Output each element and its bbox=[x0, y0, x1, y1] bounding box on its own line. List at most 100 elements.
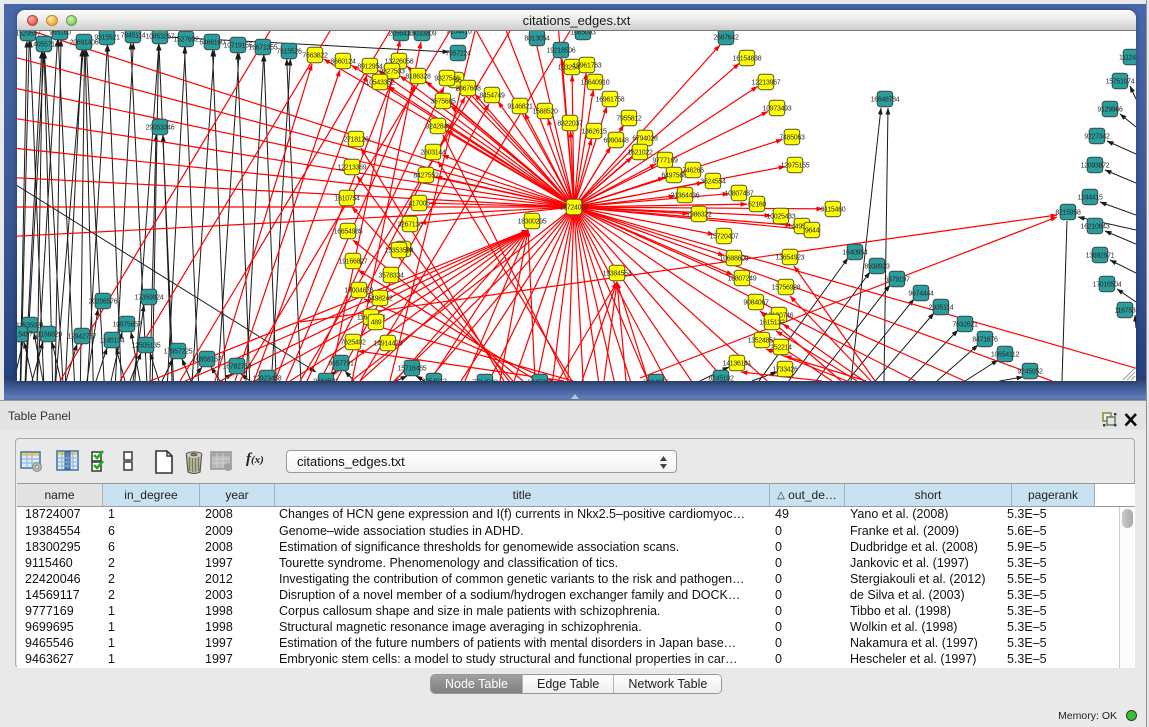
svg-text:19218506: 19218506 bbox=[547, 48, 576, 55]
svg-text:16961758: 16961758 bbox=[596, 97, 625, 104]
svg-text:2687642: 2687642 bbox=[713, 35, 739, 42]
svg-text:8454749: 8454749 bbox=[479, 93, 505, 100]
svg-text:8245102: 8245102 bbox=[708, 376, 734, 381]
svg-text:15756928: 15756928 bbox=[772, 285, 801, 292]
svg-text:10025433: 10025433 bbox=[767, 214, 796, 221]
svg-text:9245052: 9245052 bbox=[1017, 369, 1043, 376]
svg-text:12505135: 12505135 bbox=[132, 343, 161, 350]
svg-text:9227342: 9227342 bbox=[1084, 134, 1110, 141]
svg-text:1065003: 1065003 bbox=[570, 31, 596, 37]
svg-text:15353594: 15353594 bbox=[385, 248, 414, 255]
svg-text:17004678: 17004678 bbox=[345, 288, 374, 295]
svg-text:12213369: 12213369 bbox=[338, 165, 367, 172]
svg-text:10853267: 10853267 bbox=[146, 34, 175, 41]
svg-text:9084067: 9084067 bbox=[743, 300, 769, 307]
svg-text:8322037: 8322037 bbox=[557, 121, 583, 128]
svg-text:7714503: 7714503 bbox=[472, 380, 498, 381]
svg-text:18300295: 18300295 bbox=[518, 219, 547, 226]
svg-text:1615132: 1615132 bbox=[759, 320, 785, 327]
svg-text:62160: 62160 bbox=[748, 202, 766, 209]
svg-text:13692971: 13692971 bbox=[1086, 253, 1115, 260]
svg-text:10973493: 10973493 bbox=[763, 106, 792, 113]
svg-text:9777169: 9777169 bbox=[652, 158, 678, 165]
svg-text:1640954: 1640954 bbox=[842, 250, 868, 257]
svg-text:7485063: 7485063 bbox=[779, 135, 805, 142]
svg-text:965160: 965160 bbox=[49, 31, 71, 37]
svg-text:8660124: 8660124 bbox=[330, 59, 356, 66]
svg-text:29053346: 29053346 bbox=[146, 125, 175, 132]
svg-text:10807487: 10807487 bbox=[725, 191, 754, 198]
svg-text:7845114: 7845114 bbox=[121, 33, 146, 40]
svg-text:16210643: 16210643 bbox=[1081, 224, 1110, 231]
svg-text:17957225: 17957225 bbox=[164, 349, 193, 356]
svg-text:2935114: 2935114 bbox=[929, 305, 954, 312]
svg-text:10961763: 10961763 bbox=[573, 63, 602, 70]
svg-text:1244415: 1244415 bbox=[1077, 195, 1103, 202]
svg-text:9664501: 9664501 bbox=[313, 379, 339, 381]
svg-text:14136141: 14136141 bbox=[723, 361, 752, 368]
svg-text:16671355: 16671355 bbox=[249, 45, 278, 52]
svg-text:9242848: 9242848 bbox=[425, 124, 451, 131]
svg-text:417006: 417006 bbox=[408, 201, 430, 208]
svg-text:8186328: 8186328 bbox=[405, 74, 431, 81]
svg-text:1527602: 1527602 bbox=[173, 37, 199, 44]
svg-text:7557224: 7557224 bbox=[445, 51, 471, 58]
svg-text:9154410: 9154410 bbox=[446, 31, 472, 36]
svg-text:9674444: 9674444 bbox=[908, 291, 934, 298]
svg-text:12923468: 12923468 bbox=[253, 376, 282, 381]
svg-text:10688609: 10688609 bbox=[720, 256, 749, 263]
svg-text:1362615: 1362615 bbox=[581, 129, 607, 136]
svg-text:6990448: 6990448 bbox=[603, 138, 629, 145]
svg-text:14914479: 14914479 bbox=[374, 341, 403, 348]
svg-text:15751074: 15751074 bbox=[1106, 79, 1135, 86]
svg-text:8938923: 8938923 bbox=[864, 264, 890, 271]
svg-text:15716485: 15716485 bbox=[398, 366, 427, 373]
svg-text:12975155: 12975155 bbox=[781, 163, 810, 170]
svg-text:8813054: 8813054 bbox=[524, 36, 550, 43]
svg-text:18640910: 18640910 bbox=[581, 80, 610, 87]
svg-text:14055714: 14055714 bbox=[30, 42, 59, 49]
svg-text:20206576: 20206576 bbox=[89, 299, 118, 306]
svg-text:16033809: 16033809 bbox=[408, 31, 437, 38]
svg-text:7986322: 7986322 bbox=[686, 212, 712, 219]
svg-text:6245310: 6245310 bbox=[527, 380, 553, 381]
svg-text:17016504: 17016504 bbox=[1093, 282, 1122, 289]
svg-text:19166827: 19166827 bbox=[339, 259, 368, 266]
svg-text:12093872: 12093872 bbox=[1081, 163, 1110, 170]
svg-text:7515526: 7515526 bbox=[276, 49, 302, 56]
svg-text:16654985: 16654985 bbox=[334, 229, 363, 236]
svg-text:1621022: 1621022 bbox=[627, 150, 653, 157]
svg-text:7625402: 7625402 bbox=[340, 340, 366, 347]
svg-text:18724007: 18724007 bbox=[560, 205, 589, 212]
svg-text:9915457: 9915457 bbox=[17, 332, 33, 339]
svg-text:8471676: 8471676 bbox=[972, 337, 998, 344]
svg-text:7663822: 7663822 bbox=[302, 53, 328, 60]
svg-text:2367608: 2367608 bbox=[455, 86, 481, 93]
svg-text:8427552: 8427552 bbox=[413, 173, 439, 180]
svg-text:12942737: 12942737 bbox=[68, 334, 97, 341]
svg-text:9315521: 9315521 bbox=[94, 35, 120, 42]
svg-text:9644: 9644 bbox=[805, 228, 820, 235]
svg-text:1112450: 1112450 bbox=[1119, 55, 1136, 62]
svg-text:10543382: 10543382 bbox=[366, 80, 395, 87]
svg-text:17359924: 17359924 bbox=[135, 295, 164, 302]
svg-text:6879197: 6879197 bbox=[884, 277, 910, 284]
svg-text:6794028: 6794028 bbox=[632, 136, 658, 143]
svg-text:3624554: 3624554 bbox=[700, 179, 726, 186]
svg-text:15720407: 15720407 bbox=[710, 234, 739, 241]
svg-text:9657791: 9657791 bbox=[328, 361, 354, 368]
svg-text:12213967: 12213967 bbox=[752, 80, 781, 87]
svg-text:9115460: 9115460 bbox=[821, 207, 846, 214]
svg-text:5498242: 5498242 bbox=[367, 296, 393, 303]
svg-text:1610754: 1610754 bbox=[334, 196, 360, 203]
svg-text:3578334: 3578334 bbox=[378, 273, 404, 280]
svg-text:9324051: 9324051 bbox=[643, 380, 669, 381]
svg-text:2803144: 2803144 bbox=[420, 150, 446, 157]
svg-text:489: 489 bbox=[371, 320, 382, 327]
svg-text:10654112: 10654112 bbox=[991, 352, 1020, 359]
svg-text:9129966: 9129966 bbox=[1097, 107, 1123, 114]
svg-text:11156829: 11156829 bbox=[34, 332, 62, 339]
svg-text:3575685: 3575685 bbox=[430, 99, 456, 106]
svg-text:18807249: 18807249 bbox=[728, 276, 757, 283]
svg-text:1733426: 1733426 bbox=[772, 367, 798, 374]
